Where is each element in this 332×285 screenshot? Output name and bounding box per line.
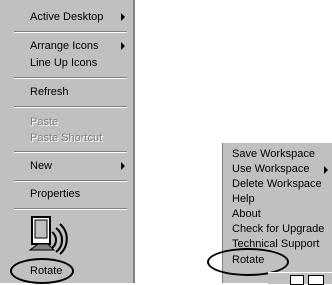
menu-item-line-up-icons[interactable]: Line Up Icons xyxy=(30,55,97,71)
menu-separator xyxy=(14,106,127,108)
menu-item-label: Arrange Icons xyxy=(30,40,99,52)
menu-separator xyxy=(14,180,127,182)
menu-item-paste-shortcut: Paste Shortcut xyxy=(30,130,102,146)
menu-item-label: Save Workspace xyxy=(232,148,315,160)
menu-item-delete-workspace[interactable]: Delete Workspace xyxy=(232,177,322,192)
submenu-arrow-icon xyxy=(121,13,125,21)
desktop-context-menu: Active Desktop Arrange Icons Line Up Ico… xyxy=(0,0,135,284)
tray-icon[interactable] xyxy=(290,275,304,285)
menu-item-label: Line Up Icons xyxy=(30,57,98,69)
tray-icon[interactable] xyxy=(308,275,324,285)
menu-item-label: Check for Upgrade xyxy=(232,223,325,235)
taskbar-fragment xyxy=(268,272,332,285)
menu-item-active-desktop[interactable]: Active Desktop xyxy=(30,9,103,25)
submenu-arrow-icon xyxy=(121,162,125,170)
menu-item-refresh[interactable]: Refresh xyxy=(30,84,69,100)
menu-item-label: New xyxy=(30,160,53,172)
rotate-highlight-oval xyxy=(10,258,74,284)
menu-item-check-for-upgrade[interactable]: Check for Upgrade xyxy=(232,222,324,237)
menu-separator xyxy=(14,31,127,33)
menu-item-save-workspace[interactable]: Save Workspace xyxy=(232,147,315,162)
menu-item-paste: Paste xyxy=(30,114,58,130)
menu-separator xyxy=(14,151,127,153)
menu-item-about[interactable]: About xyxy=(232,207,261,222)
menu-item-label: Paste xyxy=(30,116,59,128)
menu-item-label: Active Desktop xyxy=(30,11,104,23)
menu-item-arrange-icons[interactable]: Arrange Icons xyxy=(30,38,98,54)
menu-item-label: About xyxy=(232,208,261,220)
menu-item-label: Refresh xyxy=(30,86,69,98)
menu-item-use-workspace[interactable]: Use Workspace xyxy=(232,162,309,177)
menu-separator xyxy=(14,77,127,79)
submenu-arrow-icon xyxy=(121,42,125,50)
rotate-device-icon xyxy=(28,216,68,255)
submenu-arrow-icon xyxy=(324,166,328,174)
menu-item-help[interactable]: Help xyxy=(232,192,255,207)
menu-item-label: Help xyxy=(232,193,255,205)
menu-separator xyxy=(14,208,127,210)
menu-item-properties[interactable]: Properties xyxy=(30,186,80,202)
menu-item-label: Properties xyxy=(30,188,81,200)
menu-item-label: Delete Workspace xyxy=(232,178,322,190)
menu-item-label: Paste Shortcut xyxy=(30,132,103,144)
menu-item-new[interactable]: New xyxy=(30,158,52,174)
menu-item-label: Use Workspace xyxy=(232,163,310,175)
